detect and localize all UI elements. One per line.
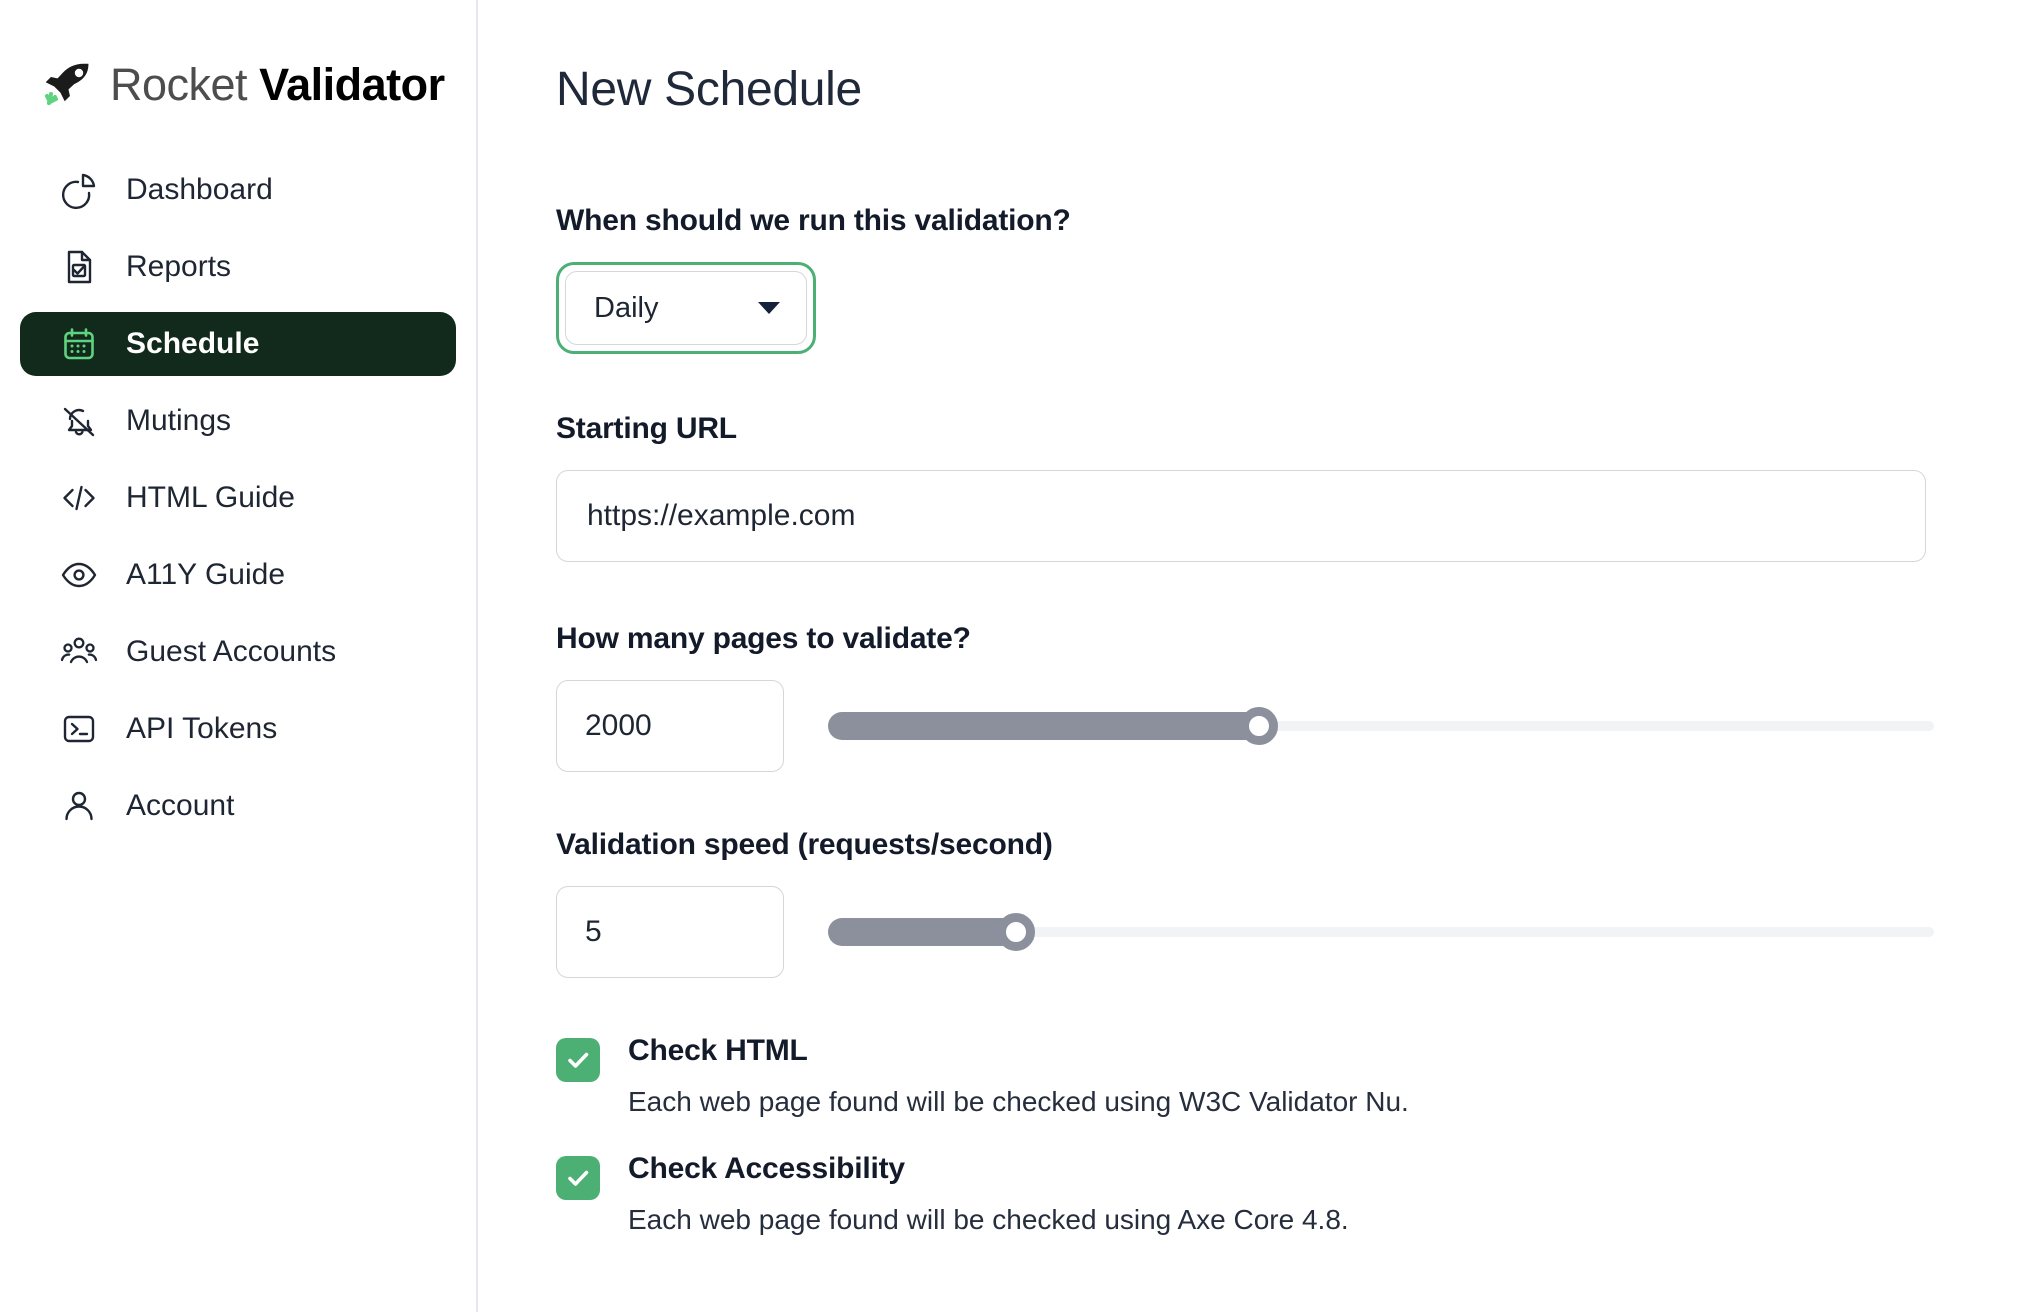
field-pages: How many pages to validate? (556, 624, 1934, 772)
pages-slider[interactable] (828, 706, 1934, 746)
pages-row (556, 680, 1934, 772)
brand-logo[interactable]: Rocket Validator (0, 46, 476, 122)
sidebar-item-account[interactable]: Account (20, 774, 456, 838)
frequency-selected-value: Daily (594, 291, 659, 324)
main-content: New Schedule When should we run this val… (478, 0, 2024, 1312)
sidebar-item-html-guide[interactable]: HTML Guide (20, 466, 456, 530)
sidebar-item-guest-accounts[interactable]: Guest Accounts (20, 620, 456, 684)
page-title: New Schedule (556, 63, 862, 116)
starting-url-label: Starting URL (556, 412, 737, 445)
bell-off-icon (58, 400, 100, 442)
field-speed: Validation speed (requests/second) (556, 830, 1934, 978)
check-html-description: Each web page found will be checked usin… (628, 1086, 1409, 1117)
sidebar-item-reports[interactable]: Reports (20, 235, 456, 299)
speed-label: Validation speed (requests/second) (556, 828, 1053, 861)
sidebar-item-label: A11Y Guide (126, 558, 286, 591)
eye-icon (58, 554, 100, 596)
user-icon (58, 785, 100, 827)
code-brackets-icon (58, 477, 100, 519)
speed-number-input[interactable] (556, 886, 784, 978)
speed-slider-fill (828, 918, 1017, 946)
check-html-title: Check HTML (628, 1034, 808, 1067)
pie-chart-icon (58, 169, 100, 211)
sidebar-item-label: Guest Accounts (126, 635, 337, 668)
speed-row (556, 886, 1934, 978)
sidebar-item-schedule[interactable]: Schedule (20, 312, 456, 376)
rocket-check-icon (42, 56, 98, 112)
frequency-label: When should we run this validation? (556, 204, 1071, 237)
app-root: Rocket Validator Dashboard Reports Sched… (0, 0, 2024, 1312)
speed-slider[interactable] (828, 912, 1934, 952)
check-html-text: Check HTML Each web page found will be c… (628, 1036, 1409, 1118)
speed-slider-thumb[interactable] (997, 913, 1036, 951)
check-accessibility-title: Check Accessibility (628, 1152, 905, 1186)
brand-name: Rocket Validator (110, 62, 445, 107)
check-accessibility-text: Check Accessibility Each web page found … (628, 1154, 1349, 1236)
frequency-select[interactable]: Daily (565, 271, 807, 345)
sidebar-item-a11y-guide[interactable]: A11Y Guide (20, 543, 456, 607)
users-group-icon (58, 631, 100, 673)
calendar-icon (58, 323, 100, 365)
check-html-block: Check HTML Each web page found will be c… (556, 1036, 1934, 1118)
pages-number-input[interactable] (556, 680, 784, 772)
terminal-icon (58, 708, 100, 750)
brand-name-bold: Validator (259, 58, 445, 110)
sidebar-item-mutings[interactable]: Mutings (20, 389, 456, 453)
frequency-select-focus-ring: Daily (556, 262, 816, 354)
check-accessibility-block: Check Accessibility Each web page found … (556, 1154, 1934, 1236)
check-html-checkbox[interactable] (556, 1038, 600, 1082)
sidebar-nav: Dashboard Reports Schedule Mutings HTML … (0, 158, 476, 838)
sidebar-item-api-tokens[interactable]: API Tokens (20, 697, 456, 761)
check-accessibility-description: Each web page found will be checked usin… (628, 1204, 1349, 1236)
sidebar-item-label: Dashboard (126, 173, 273, 206)
check-accessibility-checkbox[interactable] (556, 1156, 600, 1201)
field-frequency: When should we run this validation? Dail… (556, 206, 1934, 414)
pages-label: How many pages to validate? (556, 622, 971, 655)
field-starting-url: Starting URL (556, 414, 1934, 562)
chevron-down-icon (758, 302, 780, 314)
starting-url-input[interactable] (556, 470, 1926, 562)
sidebar-item-dashboard[interactable]: Dashboard (20, 158, 456, 222)
sidebar-item-label: HTML Guide (126, 481, 295, 514)
document-check-icon (58, 246, 100, 288)
sidebar-item-label: API Tokens (126, 712, 278, 745)
sidebar-item-label: Reports (126, 250, 232, 283)
sidebar: Rocket Validator Dashboard Reports Sched… (0, 0, 478, 1312)
sidebar-item-label: Account (126, 789, 235, 822)
sidebar-item-label: Schedule (126, 327, 260, 360)
pages-slider-thumb[interactable] (1240, 707, 1279, 745)
brand-name-light: Rocket (110, 58, 248, 110)
sidebar-item-label: Mutings (126, 404, 232, 437)
pages-slider-fill (828, 712, 1260, 740)
